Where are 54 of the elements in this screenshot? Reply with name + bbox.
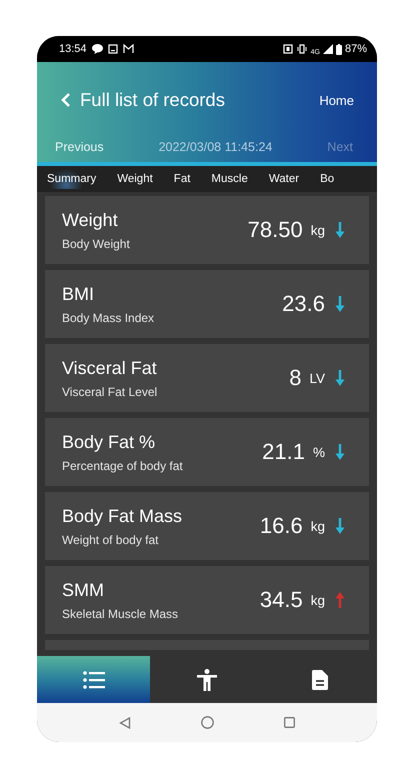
tab[interactable]: Bo [319, 169, 342, 189]
nfc-icon [282, 44, 293, 54]
list-icon [82, 670, 105, 688]
record-unit: % [312, 444, 325, 460]
record-unit: kg [310, 222, 325, 238]
record-description: Skeletal Muscle Mass [62, 606, 178, 620]
record-description: Weight of body fat [62, 532, 160, 546]
record-card[interactable]: Weight Body Weight 78.50 kg [45, 196, 369, 264]
record-value: 8 [289, 365, 302, 391]
recents-nav-icon[interactable] [284, 717, 295, 728]
page-title: Full list of records [80, 89, 226, 111]
chat-icon [92, 44, 103, 54]
record-card[interactable]: SMM Skeletal Muscle Mass 34.5 kg [45, 566, 369, 634]
record-value: 16.6 [260, 513, 303, 539]
document-icon [312, 670, 328, 690]
record-description: Percentage of body fat [62, 458, 183, 472]
record-description: Visceral Fat Level [62, 384, 158, 398]
status-time: 13:54 [59, 43, 87, 55]
screen-icon [108, 44, 118, 54]
back-icon[interactable] [60, 92, 71, 108]
record-card[interactable]: BMI Body Mass Index 23.6 [45, 270, 369, 338]
record-datetime: 2022/03/08 11:45:24 [158, 140, 274, 154]
record-unit: kg [310, 518, 325, 534]
battery-percent: 87% [344, 43, 367, 55]
vibrate-icon [296, 44, 308, 54]
record-value: 78.50 [248, 217, 303, 243]
record-description: Body Weight [62, 236, 130, 250]
record-name: Body Fat Mass [62, 506, 182, 526]
record-unit: kg [310, 592, 325, 608]
tab[interactable]: Weight [116, 169, 161, 189]
record-name: SMM [62, 580, 105, 600]
person-icon [196, 668, 217, 690]
record-card[interactable]: Visceral Fat Visceral Fat Level 8 LV [45, 344, 369, 412]
record-name: Body Fat % [62, 432, 156, 452]
record-card[interactable]: Body Fat Mass Weight of body fat 16.6 kg [45, 492, 369, 560]
record-name: Visceral Fat [62, 358, 158, 378]
record-value: 21.1 [262, 439, 305, 465]
nav-tab[interactable] [37, 656, 150, 703]
record-value: 34.5 [260, 587, 303, 613]
tab[interactable]: Water [268, 169, 308, 189]
record-name: BMI [62, 284, 96, 304]
tab[interactable]: Fat [172, 169, 198, 189]
signal-icon [322, 44, 333, 54]
home-nav-icon[interactable] [201, 716, 214, 729]
tab[interactable]: Muscle [210, 169, 256, 189]
record-unit: LV [309, 370, 325, 386]
battery-icon [336, 44, 342, 54]
record-description: Body Mass Index [62, 310, 154, 324]
back-nav-icon[interactable] [119, 716, 131, 728]
home-link[interactable]: Home [319, 92, 354, 108]
record-name: Weight [62, 210, 119, 230]
mail-icon [122, 44, 134, 54]
record-value: 23.6 [282, 291, 325, 317]
record-card[interactable]: Body Fat % Percentage of body fat 21.1 % [45, 418, 369, 486]
